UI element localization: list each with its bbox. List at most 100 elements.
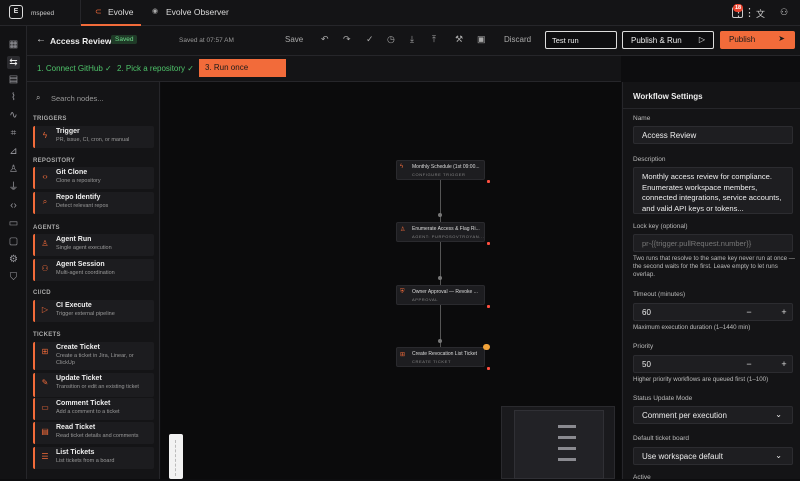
node-desc: Detect relevant repos — [56, 203, 109, 209]
analytics-icon[interactable]: ⌗ — [7, 127, 20, 140]
back-arrow-icon[interactable]: ← — [36, 34, 46, 45]
check-icon[interactable]: ✓ — [366, 34, 374, 45]
save-disk-icon[interactable]: ▣ — [477, 34, 486, 45]
node-read-ticket[interactable]: ▤ Read Ticket Read ticket details and comm… — [33, 422, 154, 444]
dashboard-icon[interactable]: ▦ — [7, 38, 20, 51]
app-logo[interactable]: E — [9, 5, 23, 19]
chevron-down-icon: ⌄ — [775, 451, 782, 460]
history-icon[interactable]: ◷ — [387, 34, 395, 45]
name-label: Name — [633, 115, 651, 122]
node-comment-ticket[interactable]: ▭ Comment Ticket Add a comment to a ticket — [33, 398, 154, 420]
node-desc: Multi-agent coordination — [56, 270, 115, 276]
code-icon[interactable]: ‹› — [7, 199, 20, 212]
tab-evolve-observer[interactable]: ◉ Evolve Observer — [146, 0, 236, 26]
node-title: Agent Run — [56, 236, 92, 243]
node-ci-execute[interactable]: ▷ CI Execute Trigger external pipeline — [33, 300, 154, 322]
magic-wand-icon[interactable]: ⚒ — [455, 34, 463, 45]
node-trigger[interactable]: ϟ Trigger PR, issue, CI, cron, or manual — [33, 126, 154, 148]
test-run-input[interactable]: Test run — [545, 31, 617, 49]
node-desc: Read ticket details and comments — [56, 433, 139, 439]
output-port[interactable] — [487, 367, 490, 370]
user-menu-icon[interactable]: ⚇ — [780, 7, 788, 18]
node-search[interactable]: ⌕ Search nodes... — [33, 91, 154, 107]
node-palette: ⌕ Search nodes... TRIGGERS ϟ Trigger PR, i… — [27, 82, 160, 479]
evolve-icon: ⊂ — [95, 7, 102, 16]
ticket-board-label: Default ticket board — [633, 435, 690, 442]
ticket-plus-icon: ⊞ — [400, 352, 406, 358]
output-port[interactable] — [487, 305, 490, 308]
lock-key-input[interactable]: pr-{{trigger.pullRequest.number}} — [633, 234, 793, 252]
step-connect-github[interactable]: 1. Connect GitHub ✓ — [37, 64, 112, 73]
node-git-clone[interactable]: ‹› Git Clone Clone a repository — [33, 167, 154, 189]
canvas-node-title: Enumerate Access & Flag Ri... — [412, 226, 480, 232]
agents-icon[interactable]: ♙ — [7, 163, 20, 176]
publish-button[interactable]: Publish ➤ — [720, 31, 795, 49]
canvas-controls[interactable] — [169, 434, 183, 479]
priority-decrement-button[interactable]: − — [740, 356, 758, 372]
step-pick-repository[interactable]: 2. Pick a repository ✓ — [117, 64, 194, 73]
output-port[interactable] — [487, 242, 490, 245]
save-button[interactable]: Save — [285, 35, 303, 44]
timeout-decrement-button[interactable]: − — [740, 304, 758, 320]
node-desc: Clone a repository — [56, 178, 101, 184]
node-agent-run[interactable]: ♙ Agent Run Single agent execution — [33, 234, 154, 256]
shield-icon[interactable]: ⛉ — [7, 271, 20, 284]
plug-icon[interactable]: ⏚ — [7, 181, 20, 194]
settings-icon[interactable]: ⚙ — [7, 253, 20, 266]
timeout-stepper[interactable]: 60 − + — [633, 303, 793, 321]
description-textarea[interactable]: Monthly access review for compliance. En… — [633, 167, 793, 214]
translate-icon[interactable]: 文 — [756, 7, 765, 20]
priority-input[interactable]: 50 — [642, 360, 651, 369]
tab-evolve[interactable]: ⊂ Evolve — [81, 0, 141, 26]
lock-key-label: Lock key (optional) — [633, 223, 688, 230]
step-run-once[interactable]: 3. Run once — [199, 59, 286, 77]
terminal-icon[interactable]: ▭ — [7, 217, 20, 230]
status-mode-value: Comment per execution — [642, 411, 727, 420]
node-desc: PR, issue, CI, cron, or manual — [56, 137, 130, 143]
search-input[interactable]: Search nodes... — [51, 94, 104, 103]
status-mode-select[interactable]: Comment per execution ⌄ — [633, 406, 793, 424]
search-icon: ⌕ — [36, 93, 41, 102]
workflows-icon[interactable]: ⇆ — [7, 56, 20, 69]
upload-icon[interactable]: ⤒ — [432, 34, 436, 45]
canvas-node-schedule[interactable]: ϟ Monthly Schedule (1st 09:00... CONFIGURE… — [396, 160, 485, 180]
node-agent-session[interactable]: ⚇ Agent Session Multi-agent coordination — [33, 259, 154, 281]
priority-stepper[interactable]: 50 − + — [633, 355, 793, 373]
node-title: Agent Session — [56, 261, 105, 268]
node-title: Repo Identify — [56, 194, 101, 201]
active-label: Active — [633, 474, 651, 481]
priority-increment-button[interactable]: + — [775, 356, 793, 372]
canvas-node-owner-approval[interactable]: ⛨ Owner Approval — Revoke ... APPROVAL — [396, 285, 485, 305]
activity-icon[interactable]: ⌇ — [7, 91, 20, 104]
agent-icon: ♙ — [41, 239, 49, 248]
canvas-node-create-ticket[interactable]: ⊞ Create Revocation List Ticket CREATE TIC… — [396, 347, 485, 367]
timeout-help: Maximum execution duration (1–1440 min) — [633, 324, 751, 331]
chat-icon[interactable]: ▢ — [7, 235, 20, 248]
node-title: Trigger — [56, 128, 80, 135]
undo-icon[interactable]: ↶ — [321, 34, 329, 45]
node-list-tickets[interactable]: ☰ List Tickets List tickets from a board — [33, 447, 154, 469]
description-label: Description — [633, 156, 666, 163]
lightning-icon: ϟ — [42, 131, 48, 140]
minimap-viewport[interactable] — [514, 410, 604, 479]
node-repo-identify[interactable]: ⌕ Repo Identify Detect relevant repos — [33, 192, 154, 214]
publish-run-button[interactable]: Publish & Run ▷ — [622, 31, 714, 49]
redo-icon[interactable]: ↷ — [343, 34, 351, 45]
timeout-increment-button[interactable]: + — [775, 304, 793, 320]
chart-icon[interactable]: ⊿ — [7, 145, 20, 158]
discard-button[interactable]: Discard — [504, 35, 531, 44]
node-create-ticket[interactable]: ⊞ Create Ticket Create a ticket in Jira, L… — [33, 342, 154, 370]
name-input[interactable]: Access Review — [633, 126, 793, 144]
observer-icon: ◉ — [152, 8, 159, 15]
pulse-icon[interactable]: ∿ — [7, 109, 20, 122]
section-cicd: CI/CD — [33, 290, 51, 296]
timeout-input[interactable]: 60 — [642, 308, 651, 317]
library-icon[interactable]: ▤ — [7, 73, 20, 86]
output-port[interactable] — [487, 180, 490, 183]
node-desc: Add a comment to a ticket — [56, 409, 120, 415]
canvas-node-subtitle: CONFIGURE TRIGGER — [412, 172, 466, 177]
node-update-ticket[interactable]: ✎ Update Ticket Transition or edit an exis… — [33, 373, 154, 397]
canvas-node-enumerate[interactable]: ♙ Enumerate Access & Flag Ri... AGENT: PUR… — [396, 222, 485, 242]
download-icon[interactable]: ⤓ — [410, 34, 414, 45]
ticket-board-select[interactable]: Use workspace default ⌄ — [633, 447, 793, 465]
